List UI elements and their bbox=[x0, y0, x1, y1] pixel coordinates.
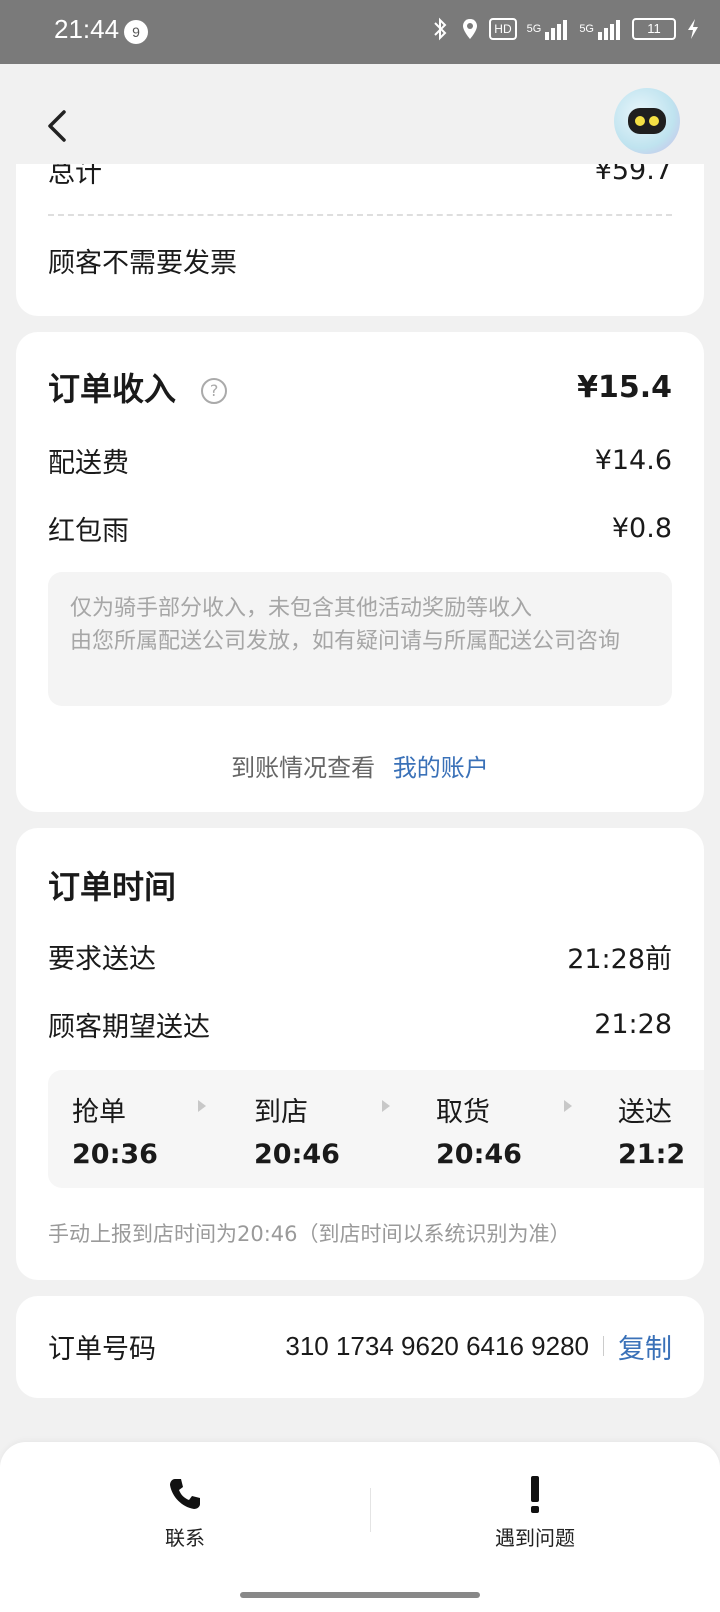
total-value: ¥59.7 bbox=[594, 164, 672, 186]
robot-icon bbox=[628, 108, 666, 134]
order-time-title: 订单时间 bbox=[48, 868, 177, 906]
total-row: 总计 ¥59.7 bbox=[48, 164, 672, 189]
account-prefix: 到账情况查看 bbox=[231, 754, 376, 782]
income-item-value: ¥14.6 bbox=[594, 444, 672, 476]
back-button[interactable] bbox=[40, 106, 80, 146]
income-item-row: 配送费 ¥14.6 bbox=[48, 440, 672, 480]
required-delivery-label: 要求送达 bbox=[48, 943, 156, 975]
status-time: 21:44 bbox=[54, 14, 120, 44]
phone-icon bbox=[85, 1472, 285, 1516]
required-delivery-value: 21:28前 bbox=[567, 943, 672, 975]
income-item-label: 配送费 bbox=[48, 447, 129, 479]
report-problem-button[interactable]: 遇到问题 bbox=[435, 1472, 635, 1551]
hd-icon: HD bbox=[489, 18, 517, 40]
signal-icon-2: 5G bbox=[579, 16, 622, 42]
required-delivery-row: 要求送达 21:28前 bbox=[48, 936, 672, 976]
timeline-step: 取货 20:46 bbox=[436, 1090, 522, 1170]
copy-button[interactable]: 复制 bbox=[618, 1327, 672, 1366]
exclamation-icon bbox=[435, 1472, 635, 1516]
bluetooth-icon bbox=[431, 16, 451, 42]
timeline-step: 抢单 20:36 bbox=[72, 1090, 158, 1170]
assistant-robot-button[interactable] bbox=[614, 88, 680, 154]
contact-label: 联系 bbox=[165, 1526, 205, 1550]
income-note-line1: 仅为骑手部分收入，未包含其他活动奖励等收入 bbox=[70, 596, 533, 621]
order-time-card: 订单时间 要求送达 21:28前 顾客期望送达 21:28 抢单 20:36 到… bbox=[16, 828, 704, 1280]
invoice-text: 顾客不需要发票 bbox=[48, 247, 237, 279]
order-number-row: 订单号码 310 1734 9620 6416 9280 复制 bbox=[48, 1326, 672, 1366]
order-number-card: 订单号码 310 1734 9620 6416 9280 复制 bbox=[16, 1296, 704, 1398]
network-label-2: 5G bbox=[579, 23, 594, 35]
notification-badge: 9 bbox=[124, 20, 148, 44]
robot-eye-right bbox=[649, 116, 659, 126]
expected-delivery-value: 21:28 bbox=[594, 1008, 672, 1040]
chevron-right-icon bbox=[564, 1100, 572, 1112]
system-icons: HD 5G 5G 11 bbox=[431, 16, 700, 42]
account-row: 到账情况查看 我的账户 bbox=[16, 748, 704, 783]
income-note: 仅为骑手部分收入，未包含其他活动奖励等收入 由您所属配送公司发放，如有疑问请与所… bbox=[48, 572, 672, 706]
order-number-value: 310 1734 9620 6416 9280 bbox=[285, 1330, 589, 1361]
income-item-label: 红包雨 bbox=[48, 515, 129, 547]
income-item-value: ¥0.8 bbox=[611, 512, 672, 544]
divider bbox=[603, 1336, 604, 1356]
income-header-row: 订单收入 ? ¥15.4 bbox=[48, 362, 672, 412]
order-time-title-row: 订单时间 bbox=[48, 860, 672, 910]
manual-report-note: 手动上报到店时间为20:46（到店时间以系统识别为准） bbox=[48, 1222, 571, 1246]
timeline-step-name: 送达 bbox=[618, 1097, 672, 1128]
signal-icon-1: 5G bbox=[527, 16, 570, 42]
expected-delivery-label: 顾客期望送达 bbox=[48, 1011, 210, 1043]
chevron-right-icon bbox=[382, 1100, 390, 1112]
battery-icon: 11 bbox=[632, 18, 676, 40]
order-number-label: 订单号码 bbox=[48, 1333, 156, 1365]
timeline-step-name: 到店 bbox=[254, 1097, 308, 1128]
network-label-1: 5G bbox=[526, 23, 542, 35]
order-number-right: 310 1734 9620 6416 9280 复制 bbox=[285, 1327, 672, 1366]
timeline-step: 送达 21:2 bbox=[618, 1090, 685, 1170]
timeline-step-time: 20:46 bbox=[254, 1139, 340, 1170]
chevron-right-icon bbox=[198, 1100, 206, 1112]
bottom-action-bar: 联系 遇到问题 bbox=[0, 1442, 720, 1612]
home-indicator[interactable] bbox=[240, 1592, 480, 1598]
timeline-step-time: 20:46 bbox=[436, 1139, 522, 1170]
invoice-row: 顾客不需要发票 bbox=[48, 240, 672, 280]
total-label: 总计 bbox=[48, 164, 102, 189]
robot-eye-left bbox=[635, 116, 645, 126]
order-timeline[interactable]: 抢单 20:36 到店 20:46 取货 20:46 送达 21:2 bbox=[48, 1070, 704, 1188]
top-nav bbox=[0, 64, 720, 164]
help-icon[interactable]: ? bbox=[201, 378, 228, 404]
order-income-card: 订单收入 ? ¥15.4 配送费 ¥14.6 红包雨 ¥0.8 仅为骑手部分收入… bbox=[16, 332, 704, 812]
divider bbox=[370, 1488, 371, 1532]
income-note-line2: 由您所属配送公司发放，如有疑问请与所属配送公司咨询 bbox=[70, 629, 621, 654]
timeline-step-time: 21:2 bbox=[618, 1139, 686, 1170]
contact-button[interactable]: 联系 bbox=[85, 1472, 285, 1551]
problem-label: 遇到问题 bbox=[495, 1526, 575, 1550]
summary-card: 总计 ¥59.7 顾客不需要发票 bbox=[16, 164, 704, 316]
timeline-step-name: 取货 bbox=[436, 1097, 490, 1128]
income-title-wrap: 订单收入 ? bbox=[48, 364, 228, 410]
income-total: ¥15.4 bbox=[577, 369, 672, 405]
timeline-step-name: 抢单 bbox=[72, 1097, 126, 1128]
timeline-step: 到店 20:46 bbox=[254, 1090, 340, 1170]
charging-icon bbox=[686, 16, 700, 42]
status-bar: 21:44 9 HD 5G 5G 11 bbox=[0, 0, 720, 64]
timeline-step-time: 20:36 bbox=[72, 1139, 158, 1170]
expected-delivery-row: 顾客期望送达 21:28 bbox=[48, 1004, 672, 1044]
income-item-row: 红包雨 ¥0.8 bbox=[48, 508, 672, 548]
divider bbox=[48, 214, 672, 216]
my-account-link[interactable]: 我的账户 bbox=[393, 754, 489, 782]
chevron-left-icon bbox=[48, 110, 66, 142]
location-icon bbox=[461, 16, 479, 42]
income-title: 订单收入 bbox=[48, 370, 177, 408]
